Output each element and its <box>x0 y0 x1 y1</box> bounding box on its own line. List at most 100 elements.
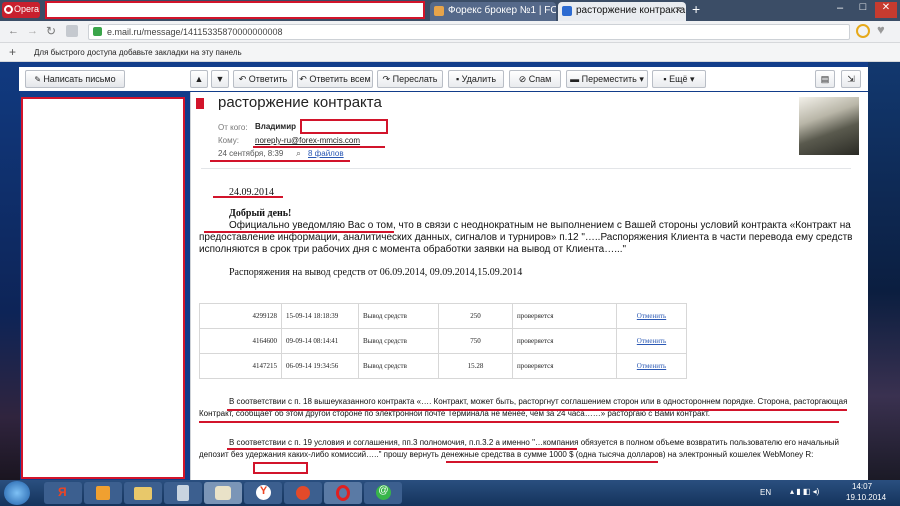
close-window-button[interactable]: ✕ <box>875 2 897 18</box>
maximize-button[interactable]: □ <box>852 1 874 17</box>
cancel-link[interactable]: Отменить <box>616 303 687 329</box>
windows-taskbar: Я Y @ EN ▴ ▮ ◧ ◂) 14:07 19.10.2014 <box>0 480 900 506</box>
previous-message-button[interactable]: ▲ <box>190 70 208 88</box>
greeting: Добрый день! <box>229 208 292 219</box>
background-left <box>0 62 20 480</box>
order-id: 4164600 <box>199 328 282 354</box>
reload-icon[interactable]: ↻ <box>46 24 56 38</box>
tab-forex-broker[interactable]: Форекс брокер №1 | FOR <box>430 2 556 21</box>
tab-mail-message[interactable]: расторжение контракта ✕ <box>558 2 686 21</box>
start-button[interactable] <box>4 481 30 505</box>
withdrawals-table: 4299128 15-09-14 18:18:39 Вывод средств … <box>199 303 687 379</box>
order-id: 4147215 <box>199 353 282 379</box>
yandex-taskbar-icon[interactable]: Я <box>44 482 82 504</box>
calculator-taskbar-icon[interactable] <box>164 482 202 504</box>
from-label: От кого: <box>218 123 248 132</box>
reply-all-button[interactable]: ↶ Ответить всем <box>297 70 373 88</box>
delete-button[interactable]: ▪ Удалить <box>448 70 504 88</box>
bookmark-flag-icon[interactable] <box>196 98 204 109</box>
expand-icon: ⇲ <box>847 74 855 84</box>
annotation-underline <box>227 409 847 411</box>
sender-avatar[interactable] <box>799 97 859 155</box>
forward-button[interactable]: ↷ Переслать <box>377 70 443 88</box>
annotation-underline <box>204 231 394 233</box>
order-type: Вывод средств <box>358 353 439 379</box>
url-text: e.mail.ru/message/14115335870000000008 <box>107 27 283 37</box>
table-row: 4299128 15-09-14 18:18:39 Вывод средств … <box>199 303 687 329</box>
redacted-tab[interactable] <box>45 1 425 19</box>
compose-icon: ✎ <box>34 75 44 84</box>
back-icon[interactable]: ← <box>8 25 19 37</box>
print-button[interactable]: ▤ <box>815 70 835 88</box>
annotation-underline <box>213 196 283 198</box>
attachments-link[interactable]: 8 файлов <box>308 149 344 158</box>
order-amount: 15.28 <box>438 353 513 379</box>
cancel-link[interactable]: Отменить <box>616 328 687 354</box>
paragraph-notice: Официально уведомляю Вас о том, что в св… <box>199 220 853 255</box>
paint-taskbar-icon[interactable] <box>204 482 242 504</box>
tray-icons[interactable]: ▴ ▮ ◧ ◂) <box>790 487 819 496</box>
browser-tab-strip: Opera Форекс брокер №1 | FOR расторжение… <box>0 0 900 21</box>
order-status: проверяется <box>512 353 617 379</box>
spam-icon: ⊘ <box>518 74 529 84</box>
redacted-sidebar <box>21 97 185 479</box>
order-datetime: 06-09-14 19:34:56 <box>281 353 359 379</box>
move-button[interactable]: ▬ Переместить ▾ <box>566 70 648 88</box>
print-icon: ▤ <box>820 74 830 84</box>
forward-icon[interactable]: → <box>27 25 38 37</box>
mail-agent-taskbar-icon[interactable]: @ <box>364 482 402 504</box>
annotation-underline <box>210 160 350 162</box>
order-type: Вывод средств <box>358 303 439 329</box>
annotation-underline <box>227 448 577 450</box>
redacted-sender-email <box>300 119 388 134</box>
close-tab-icon[interactable]: ✕ <box>674 5 682 16</box>
new-tab-button[interactable]: + <box>692 2 708 18</box>
tab-favicon-icon <box>434 6 444 16</box>
paragraph-termination: В соответствии с п. 18 вышеуказанного ко… <box>199 397 848 418</box>
from-name[interactable]: Владимир <box>255 122 296 131</box>
minimize-button[interactable]: – <box>829 2 851 18</box>
speed-dial-icon[interactable] <box>66 25 78 37</box>
yandex-browser-taskbar-icon[interactable]: Y <box>244 482 282 504</box>
chevron-down-icon: ▾ <box>687 74 695 84</box>
order-amount: 250 <box>438 303 513 329</box>
header-divider <box>201 168 851 169</box>
media-player-taskbar-icon[interactable] <box>84 482 122 504</box>
explorer-taskbar-icon[interactable] <box>124 482 162 504</box>
expand-button[interactable]: ⇲ <box>841 70 861 88</box>
opera-menu-button[interactable]: Opera <box>2 2 40 18</box>
language-indicator[interactable]: EN <box>760 488 771 497</box>
reply-all-icon: ↶ <box>299 74 310 84</box>
order-status: проверяется <box>512 328 617 354</box>
opera-taskbar-icon[interactable] <box>324 482 362 504</box>
mail-favicon-icon <box>562 6 572 16</box>
to-address[interactable]: noreply-ru@forex-mmcis.com <box>255 136 360 145</box>
clock-date[interactable]: 19.10.2014 <box>846 493 886 502</box>
attachment-icon: ⌕ <box>296 148 302 158</box>
table-row: 4164600 09-09-14 08:14:41 Вывод средств … <box>199 328 687 354</box>
annotation-underline <box>446 461 658 463</box>
compose-button[interactable]: ✎ Написать письмо <box>25 70 125 88</box>
spam-button[interactable]: ⊘ Спам <box>509 70 561 88</box>
reply-button[interactable]: ↶ Ответить <box>233 70 293 88</box>
heart-icon[interactable]: ♥ <box>877 22 885 37</box>
opera-logo-icon <box>4 5 13 14</box>
mail-toolbar: ✎ Написать письмо ▲ ▼ ↶ Ответить ↶ Ответ… <box>19 67 868 91</box>
add-bookmark-icon[interactable]: + <box>9 45 16 59</box>
more-button[interactable]: ▪ Ещё ▾ <box>652 70 706 88</box>
bookmarks-bar: + Для быстрого доступа добавьте закладки… <box>0 43 900 62</box>
folder-icon: ▬ <box>570 74 582 84</box>
chevron-down-icon: ▾ <box>636 74 644 84</box>
next-message-button[interactable]: ▼ <box>211 70 229 88</box>
message-date: 24 сентября, 8:39 <box>218 149 284 158</box>
no-entry-icon[interactable] <box>856 24 870 38</box>
url-field[interactable]: e.mail.ru/message/14115335870000000008 <box>88 24 850 40</box>
clock-time[interactable]: 14:07 <box>852 482 872 491</box>
annotation-underline <box>253 146 385 148</box>
cancel-link[interactable]: Отменить <box>616 353 687 379</box>
order-status: проверяется <box>512 303 617 329</box>
ccleaner-taskbar-icon[interactable] <box>284 482 322 504</box>
background-cityscape <box>868 62 900 480</box>
address-bar-row: ← → ↻ e.mail.ru/message/1411533587000000… <box>0 21 900 43</box>
order-datetime: 15-09-14 18:18:39 <box>281 303 359 329</box>
